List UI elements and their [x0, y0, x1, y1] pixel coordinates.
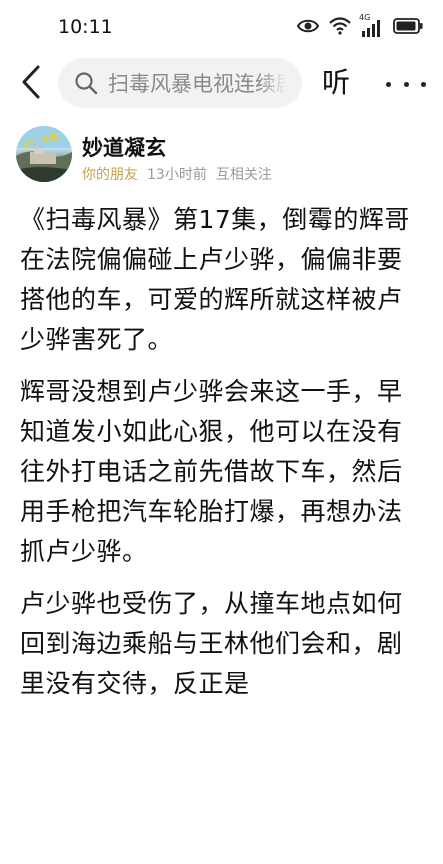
status-bar: 10:11 4G [0, 0, 443, 56]
more-dot-icon [403, 81, 409, 87]
avatar[interactable]: 江宁·天鹅 [16, 126, 72, 182]
more-dot-icon [386, 81, 391, 87]
wifi-icon [329, 17, 351, 39]
status-time: 10:11 [58, 16, 113, 38]
signal-icon: 4G [359, 13, 383, 37]
search-input[interactable]: 扫毒风暴电视连续剧 [58, 58, 302, 108]
search-query-text: 扫毒风暴电视连续剧 [108, 72, 286, 96]
author-name[interactable]: 妙道凝玄 [82, 132, 166, 162]
author-row: 江宁·天鹅 妙道凝玄 你的朋友 13小时前 互相关注 [0, 126, 443, 196]
follow-relation: 互相关注 [215, 167, 272, 183]
header: 扫毒风暴电视连续剧 听 [0, 56, 443, 112]
author-meta: 你的朋友 13小时前 互相关注 [82, 164, 272, 184]
more-dot-icon [421, 81, 426, 87]
status-icons: 4G [296, 13, 423, 39]
back-button[interactable] [14, 65, 48, 103]
article-paragraph: 卢少骅也受伤了，从撞车地点如何回到海边乘船与王林他们会和，剧里没有交待，反正是 [20, 589, 403, 698]
friend-tag: 你的朋友 [82, 167, 138, 183]
search-icon [74, 71, 98, 95]
bottom-fade [0, 842, 443, 864]
eye-icon [296, 18, 320, 38]
post-time: 13小时前 [147, 167, 207, 183]
article-paragraph: 辉哥没想到卢少骅会来这一手，早知道发小如此心狠，他可以在没有往外打电话之前先借故… [20, 377, 403, 566]
more-options-button[interactable] [386, 70, 426, 98]
article-paragraph: 《扫毒风暴》第17集，倒霉的辉哥在法院偏偏碰上卢少骅，偏偏非要搭他的车，可爱的辉… [20, 205, 410, 354]
chevron-left-icon [21, 65, 41, 103]
network-label: 4G [359, 13, 371, 22]
listen-button[interactable]: 听 [322, 65, 350, 101]
article-body: 《扫毒风暴》第17集，倒霉的辉哥在法院偏偏碰上卢少骅，偏偏非要搭他的车，可爱的辉… [20, 200, 412, 716]
battery-icon [393, 18, 423, 38]
